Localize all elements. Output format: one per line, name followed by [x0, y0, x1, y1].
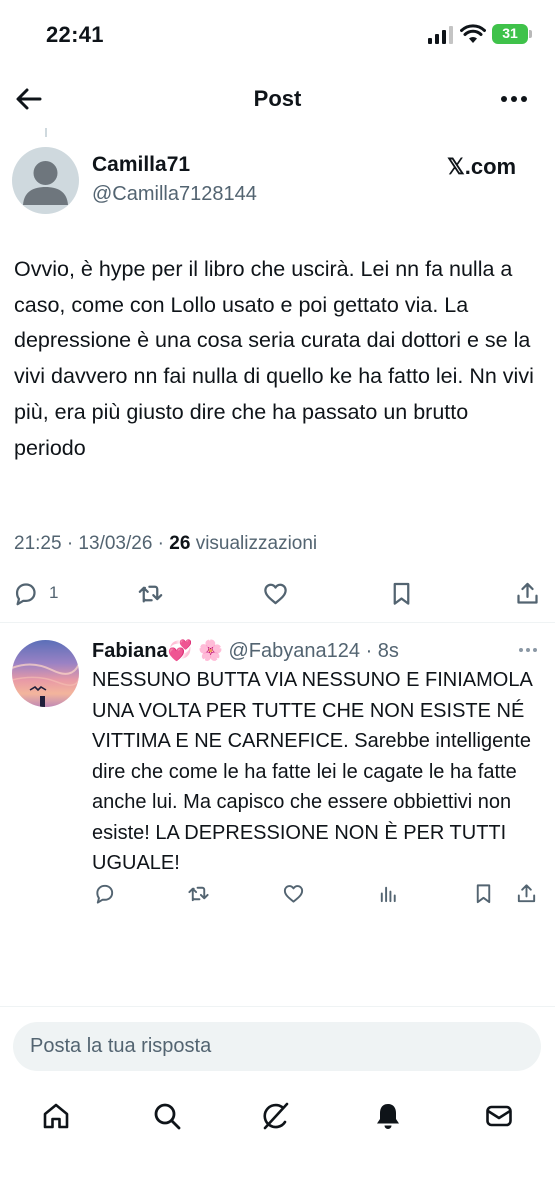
battery-tip [529, 30, 532, 38]
battery-level: 31 [502, 25, 518, 41]
thread-connector [45, 128, 47, 137]
sunset-bird-avatar [12, 663, 79, 707]
reply-avatar[interactable] [12, 640, 79, 707]
grok-icon [263, 1102, 289, 1130]
more-icon[interactable] [496, 84, 532, 114]
notifications-icon [377, 1104, 399, 1129]
reply-share-button[interactable] [515, 880, 538, 906]
post-meta: 21:25 · 13/03/26 · 26 visualizzazioni [14, 533, 317, 555]
divider [0, 622, 555, 623]
reply-like-button[interactable] [282, 880, 305, 906]
like-button[interactable] [262, 578, 289, 608]
reply-text: NESSUNO BUTTA VIA NESSUNO E FINIAMOLA UN… [92, 669, 532, 874]
reply-repost-button[interactable] [187, 880, 210, 906]
default-avatar-icon [23, 161, 68, 205]
x-com-logo: 𝕏.com [447, 154, 517, 179]
reply-input[interactable] [13, 1022, 541, 1071]
views-label: visualizzazioni [190, 533, 318, 554]
search-icon [154, 1103, 181, 1130]
nav-grok[interactable] [258, 1098, 294, 1134]
nav-home[interactable] [38, 1098, 74, 1134]
views-icon [380, 886, 396, 902]
messages-icon [486, 1105, 512, 1127]
author-handle[interactable]: @Camilla7128144 [92, 183, 257, 206]
repost-icon [138, 585, 163, 602]
reply-count: 1 [49, 583, 59, 602]
bookmark-icon [476, 883, 491, 903]
reply-icon [15, 582, 36, 605]
reply-header: Fabiana💞 🌸 @Fabyana124 · 8s [92, 638, 399, 663]
reply-author-name[interactable]: Fabiana💞 🌸 [92, 640, 223, 662]
avatar[interactable] [12, 147, 79, 214]
nav-notifications[interactable] [370, 1098, 406, 1134]
wifi-icon [460, 24, 486, 43]
cellular-signal-icon [428, 26, 453, 44]
repost-button[interactable] [137, 578, 164, 608]
status-time: 22:41 [46, 22, 104, 47]
repost-icon [188, 886, 209, 901]
battery-indicator: 31 [492, 24, 528, 44]
reply-reply-button[interactable] [93, 880, 116, 906]
page-title: Post [253, 86, 302, 111]
share-icon [517, 883, 536, 902]
views-count: 26 [169, 533, 191, 554]
home-icon [43, 1103, 69, 1129]
reply-more-icon[interactable] [516, 642, 540, 658]
post-timestamp: 21:25 · 13/03/26 · [14, 533, 170, 554]
like-icon [264, 583, 287, 604]
reply-views-button[interactable] [377, 880, 400, 906]
nav-messages[interactable] [481, 1098, 517, 1134]
divider [0, 1006, 555, 1007]
reply-author-handle[interactable]: @Fabyana124 [229, 640, 361, 662]
like-icon [283, 884, 304, 903]
nav-search[interactable] [149, 1098, 185, 1134]
share-icon [517, 582, 538, 604]
reply-time: · 8s [360, 640, 399, 662]
bookmark-icon [393, 582, 410, 605]
reply-bookmark-button[interactable] [472, 880, 495, 906]
reply-icon [96, 884, 114, 904]
share-button[interactable] [514, 578, 541, 608]
post-text: Ovvio, è hype per il libro che uscirà. L… [14, 257, 534, 460]
author-name[interactable]: Camilla71 [92, 153, 190, 177]
bookmark-button[interactable] [388, 578, 415, 608]
reply-button[interactable]: 1 [12, 578, 58, 608]
